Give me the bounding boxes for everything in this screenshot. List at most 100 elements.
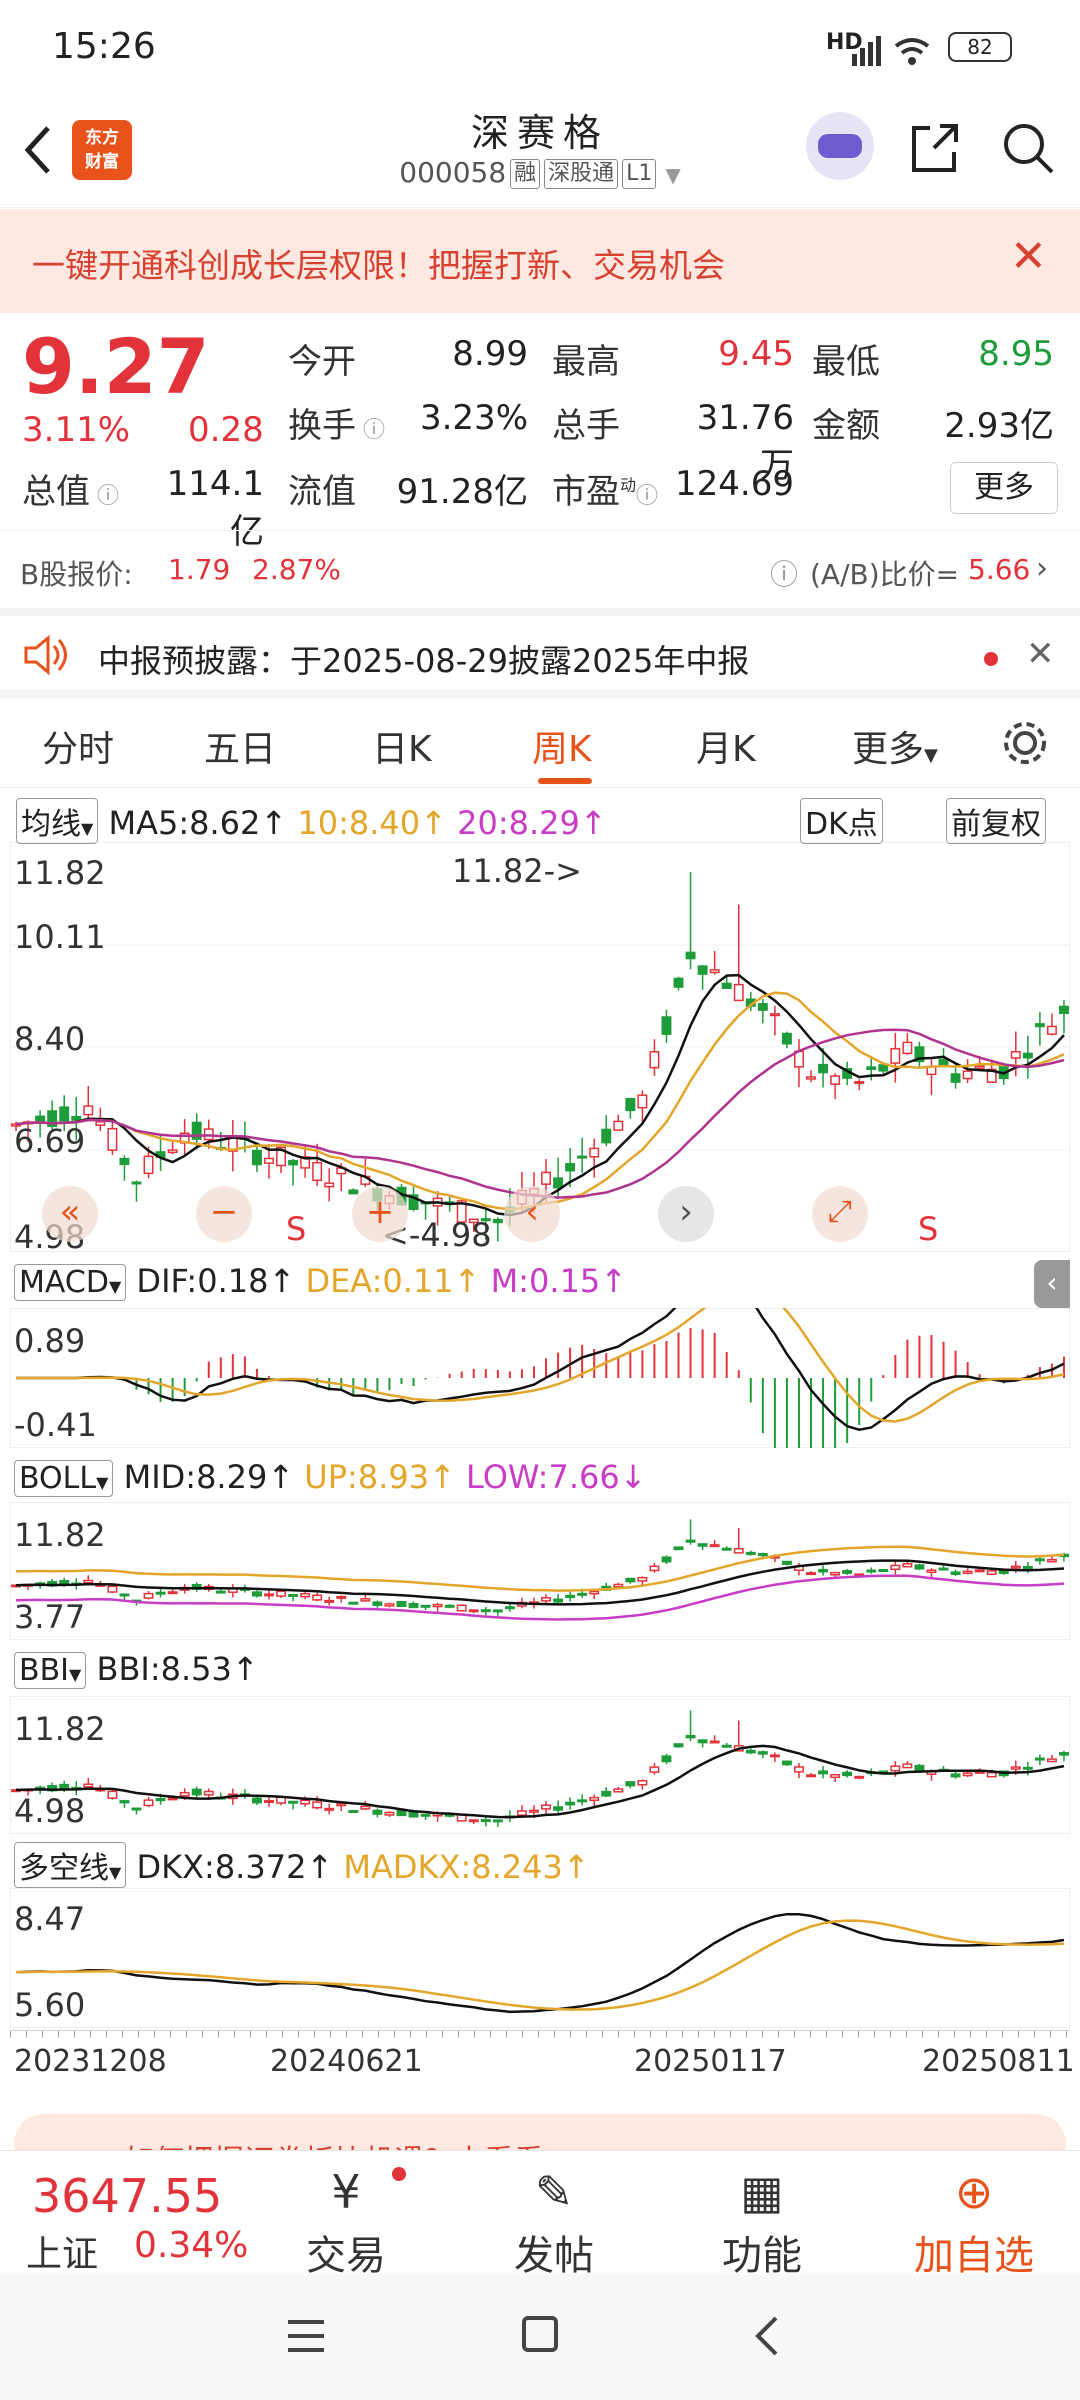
macd-selector[interactable]: MACD▼ bbox=[14, 1264, 127, 1301]
tab-five-day[interactable]: 五日 bbox=[204, 720, 276, 772]
ma-selector[interactable]: 均线▼ bbox=[16, 798, 99, 844]
adjust-selector[interactable]: 前复权 bbox=[946, 798, 1046, 844]
candle bbox=[83, 1105, 94, 1116]
home-icon[interactable] bbox=[522, 2316, 558, 2352]
candle bbox=[649, 1051, 660, 1069]
candle bbox=[878, 1064, 889, 1072]
notice-bar[interactable]: 中报预披露：于2025-08-29披露2025年中报 ✕ bbox=[0, 608, 1080, 698]
index-value[interactable]: 3647.55 bbox=[32, 2169, 222, 2223]
nav-add-watchlist[interactable]: 加自选 bbox=[894, 2223, 1054, 2281]
candle bbox=[685, 1539, 696, 1543]
candle bbox=[938, 1567, 949, 1571]
candle bbox=[468, 1819, 479, 1823]
macd-y-high: 0.89 bbox=[14, 1322, 86, 1360]
search-icon[interactable] bbox=[1000, 120, 1056, 176]
dk-point-selector[interactable]: DK点 bbox=[800, 798, 883, 844]
ab-ratio[interactable]: 5.66 bbox=[968, 553, 1030, 586]
dkx-selector[interactable]: 多空线▼ bbox=[14, 1842, 127, 1888]
collapse-panel-icon[interactable]: ‹ bbox=[1034, 1260, 1070, 1308]
candle bbox=[59, 1106, 70, 1122]
clock: 15:26 bbox=[52, 26, 156, 67]
add-watchlist-icon: ⊕ bbox=[954, 2165, 994, 2219]
candle bbox=[661, 1016, 672, 1035]
candle bbox=[1022, 1766, 1033, 1770]
candle bbox=[661, 1556, 672, 1563]
back-nav-icon[interactable] bbox=[752, 2314, 782, 2358]
tag-level: L1 bbox=[622, 159, 657, 189]
tab-daily[interactable]: 日K bbox=[372, 720, 432, 772]
zoom-out-icon[interactable]: − bbox=[196, 1186, 252, 1242]
bbi-selector[interactable]: BBI▼ bbox=[14, 1652, 87, 1689]
boll-low-value: LOW:7.66 bbox=[466, 1458, 620, 1496]
candle bbox=[721, 1744, 732, 1748]
more-button[interactable]: 更多 bbox=[950, 462, 1058, 514]
candle bbox=[890, 1765, 901, 1772]
gear-icon[interactable] bbox=[1000, 718, 1050, 768]
candle bbox=[625, 1577, 636, 1583]
nav-functions[interactable]: 功能 bbox=[682, 2223, 842, 2281]
candle bbox=[288, 1160, 299, 1166]
candle bbox=[396, 1600, 407, 1607]
zoom-in-icon[interactable]: + bbox=[352, 1186, 408, 1242]
menu-icon[interactable] bbox=[288, 2320, 324, 2352]
candle bbox=[565, 1163, 576, 1172]
close-icon[interactable]: ✕ bbox=[1026, 634, 1055, 674]
b-share-pct: 2.87% bbox=[252, 553, 341, 586]
candle bbox=[179, 1792, 190, 1797]
dkx-value: DKX:8.372 bbox=[136, 1848, 307, 1886]
scroll-right-icon[interactable]: › bbox=[658, 1186, 714, 1242]
candle bbox=[974, 1065, 985, 1069]
candle bbox=[203, 1790, 214, 1796]
candle bbox=[312, 1801, 323, 1809]
candle bbox=[781, 1032, 792, 1045]
candle bbox=[697, 1739, 708, 1744]
candle bbox=[926, 1569, 937, 1573]
speaker-icon bbox=[24, 634, 67, 676]
scroll-left-icon[interactable]: ‹ bbox=[504, 1186, 560, 1242]
tab-monthly[interactable]: 月K bbox=[696, 720, 756, 772]
share-icon[interactable] bbox=[906, 120, 962, 176]
scroll-left-fast-icon[interactable]: « bbox=[42, 1186, 98, 1242]
float-value-label: 流值 bbox=[288, 472, 356, 512]
candle bbox=[914, 1764, 925, 1771]
candle bbox=[492, 1609, 503, 1613]
quote-label: 最高 bbox=[552, 342, 620, 382]
y-label-4: 6.69 bbox=[14, 1122, 86, 1160]
fullscreen-icon[interactable]: ⤢ bbox=[812, 1186, 868, 1242]
quote-label: 金额 bbox=[812, 406, 880, 446]
candle bbox=[71, 1115, 82, 1121]
candle bbox=[541, 1804, 551, 1810]
candle bbox=[35, 1115, 46, 1122]
help-icon[interactable]: ⓘ bbox=[770, 553, 798, 593]
chevron-right-icon[interactable]: › bbox=[1036, 551, 1048, 586]
high-marker: 11.82-> bbox=[452, 852, 582, 890]
close-icon[interactable]: ✕ bbox=[1010, 231, 1047, 282]
promo-banner[interactable]: 一键开通科创成长层权限！把握打新、交易机会 ✕ bbox=[0, 209, 1080, 313]
bottom-nav: 3647.55 上证 0.34% ¥ 交易 ✎ 发帖 ▦ 功能 ⊕ 加自选 bbox=[0, 2150, 1080, 2279]
index-name: 上证 bbox=[26, 2234, 99, 2275]
robot-assistant-icon[interactable] bbox=[806, 112, 874, 180]
tab-more[interactable]: 更多▼ bbox=[852, 720, 938, 772]
boll-up-value: UP:8.93 bbox=[304, 1458, 430, 1496]
candle bbox=[818, 1770, 829, 1775]
candle bbox=[300, 1799, 311, 1805]
candle bbox=[745, 1749, 756, 1754]
candle bbox=[769, 1013, 780, 1017]
nav-trade[interactable]: 交易 bbox=[266, 2223, 426, 2281]
tab-intraday[interactable]: 分时 bbox=[42, 720, 114, 772]
candle bbox=[769, 1754, 780, 1758]
candle bbox=[601, 1128, 612, 1144]
tab-weekly[interactable]: 周K bbox=[532, 720, 592, 772]
boll-mid-value: MID:8.29 bbox=[123, 1458, 268, 1496]
candle bbox=[1034, 1757, 1045, 1761]
candle bbox=[589, 1796, 600, 1801]
candle bbox=[119, 1157, 130, 1166]
y-label-high: 11.82 bbox=[14, 854, 106, 892]
candle bbox=[890, 1048, 901, 1064]
candle bbox=[685, 951, 696, 960]
candle bbox=[119, 1593, 130, 1597]
boll-selector[interactable]: BOLL▼ bbox=[14, 1460, 114, 1497]
candle bbox=[143, 1799, 154, 1807]
nav-post[interactable]: 发帖 bbox=[474, 2223, 634, 2281]
dkx-chart bbox=[10, 1888, 1070, 2028]
